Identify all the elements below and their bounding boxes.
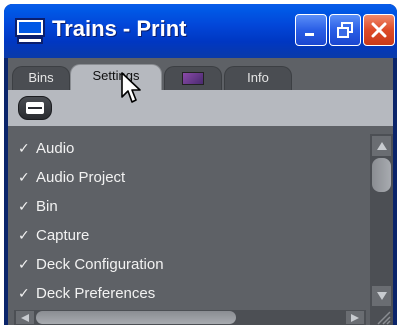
settings-item-audio-project[interactable]: ✓ Audio Project <box>14 163 366 192</box>
restore-button[interactable] <box>329 14 361 46</box>
horizontal-scroll-thumb[interactable] <box>36 311 236 324</box>
scroll-left-button[interactable] <box>16 311 34 324</box>
title-bar[interactable]: Trains - Print <box>4 4 397 58</box>
settings-list: ✓ Audio ✓ Audio Project ✓ Bin ✓ Capture … <box>14 134 366 308</box>
minimize-icon <box>305 33 314 36</box>
settings-item-label: Capture <box>36 227 90 244</box>
window-title: Trains - Print <box>52 16 187 41</box>
settings-item-audio[interactable]: ✓ Audio <box>14 134 366 163</box>
tab-strip: Bins Settings Info <box>8 58 393 90</box>
color-swatch-icon <box>182 72 204 85</box>
close-button[interactable] <box>363 14 395 46</box>
check-icon: ✓ <box>18 227 30 243</box>
app-window: Trains - Print Bins Settings Info ✓ Audi… <box>4 4 397 325</box>
check-icon: ✓ <box>18 285 30 301</box>
settings-item-label: Deck Configuration <box>36 256 164 273</box>
computer-monitor-icon <box>15 18 45 44</box>
scroll-right-button[interactable] <box>346 311 364 324</box>
check-icon: ✓ <box>18 256 30 272</box>
arrow-down-icon <box>376 292 387 300</box>
mouse-pointer-icon <box>121 72 141 103</box>
list-view-button[interactable] <box>18 96 52 120</box>
settings-item-deck-configuration[interactable]: ✓ Deck Configuration <box>14 250 366 279</box>
horizontal-scrollbar[interactable] <box>14 310 366 325</box>
list-view-icon <box>26 102 44 114</box>
tab-bins[interactable]: Bins <box>12 66 70 90</box>
arrow-right-icon <box>351 313 359 322</box>
tab-info[interactable]: Info <box>224 66 292 90</box>
arrow-up-icon <box>376 142 387 150</box>
settings-item-label: Deck Preferences <box>36 285 156 302</box>
settings-item-deck-preferences[interactable]: ✓ Deck Preferences <box>14 279 366 308</box>
tab-settings[interactable]: Settings <box>70 64 162 90</box>
settings-item-label: Audio Project <box>36 169 126 186</box>
close-icon <box>371 22 387 38</box>
vertical-scrollbar[interactable] <box>370 134 393 308</box>
window-client-area: Bins Settings Info ✓ Audio ✓ Audio Proje… <box>8 58 393 325</box>
settings-item-label: Bin <box>36 198 58 215</box>
resize-grip-icon <box>377 311 391 325</box>
check-icon: ✓ <box>18 169 30 185</box>
check-icon: ✓ <box>18 140 30 156</box>
settings-toolbar <box>8 90 393 126</box>
tab-color-swatch[interactable] <box>164 66 222 90</box>
settings-item-bin[interactable]: ✓ Bin <box>14 192 366 221</box>
resize-grip[interactable] <box>370 308 393 325</box>
settings-item-capture[interactable]: ✓ Capture <box>14 221 366 250</box>
check-icon: ✓ <box>18 198 30 214</box>
settings-item-label: Audio <box>36 140 75 157</box>
minimize-button[interactable] <box>295 14 327 46</box>
vertical-scroll-thumb[interactable] <box>372 158 391 192</box>
scroll-down-button[interactable] <box>372 286 391 306</box>
scroll-up-button[interactable] <box>372 136 391 156</box>
restore-icon <box>337 22 353 38</box>
arrow-left-icon <box>21 313 29 322</box>
